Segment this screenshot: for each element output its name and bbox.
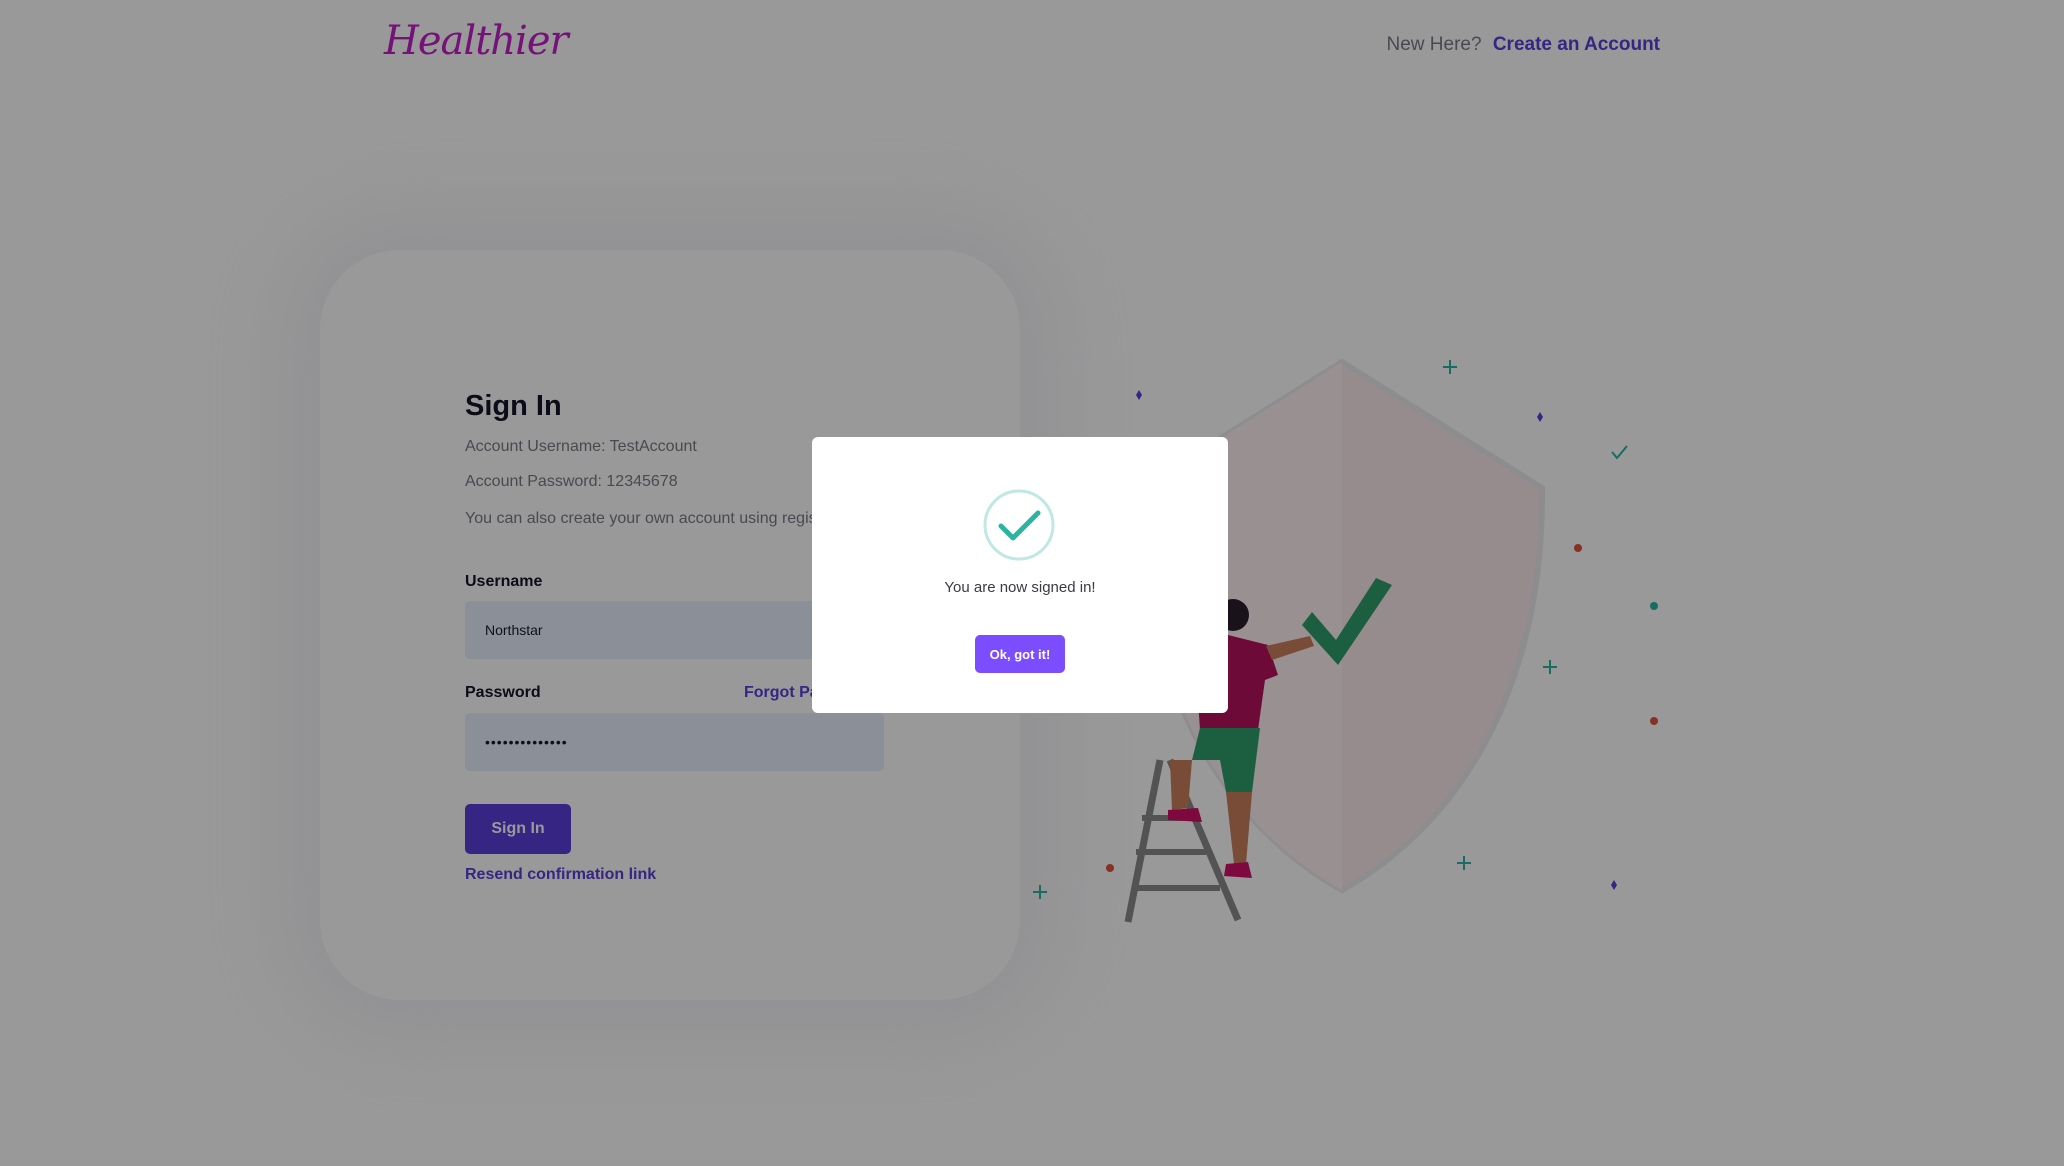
success-message: You are now signed in! [944, 579, 1096, 596]
signin-success-dialog: You are now signed in! Ok, got it! [812, 437, 1228, 713]
ok-got-it-button[interactable]: Ok, got it! [975, 635, 1065, 673]
check-circle-icon [983, 489, 1055, 561]
